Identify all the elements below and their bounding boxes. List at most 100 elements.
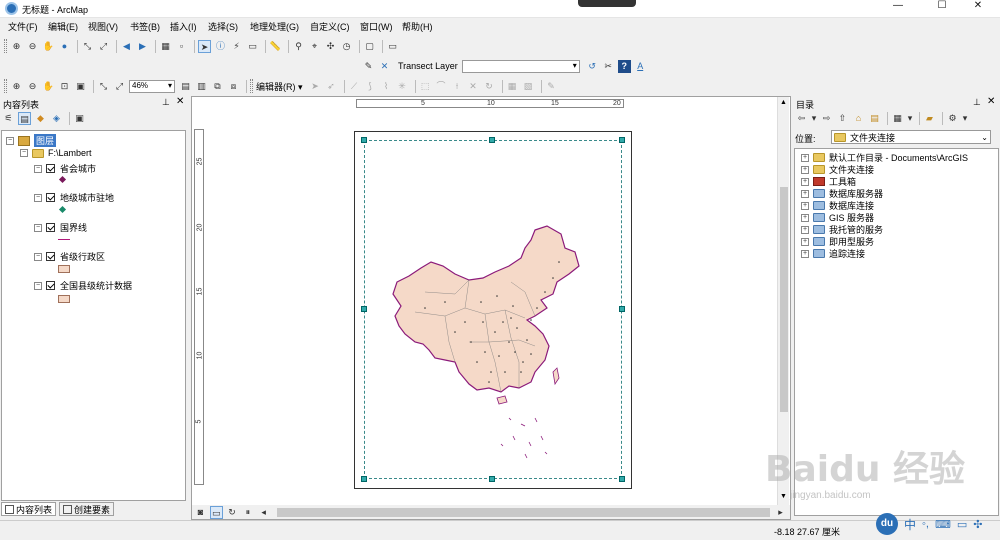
catalog-options-icon[interactable]: ⚙ bbox=[946, 112, 959, 125]
fixed-zoom-out-icon[interactable]: ⤢ bbox=[97, 40, 110, 53]
layer-visibility-checkbox[interactable] bbox=[46, 223, 55, 232]
close-button[interactable]: ✕ bbox=[960, 0, 996, 14]
expand-icon[interactable]: + bbox=[801, 165, 809, 174]
menu-geoprocessing[interactable]: 地理处理(G) bbox=[250, 20, 299, 33]
toc-layer-provincial-capitals[interactable]: − 省会城市 bbox=[34, 162, 96, 175]
expand-icon[interactable]: + bbox=[801, 249, 809, 258]
focus-data-frame-icon[interactable]: ▥ bbox=[195, 80, 208, 93]
find-binoculars-icon[interactable]: ⚲ bbox=[292, 40, 305, 53]
select-features-icon[interactable]: ▦ bbox=[159, 40, 172, 53]
attributes-icon[interactable]: ▦ bbox=[506, 80, 519, 93]
catalog-pin-icon[interactable]: ⊥ bbox=[973, 97, 981, 108]
layout-zoom-out-icon[interactable]: ⊖ bbox=[26, 80, 39, 93]
list-by-source-icon[interactable]: ▤ bbox=[18, 112, 31, 125]
expand-icon[interactable]: + bbox=[801, 237, 809, 246]
list-by-drawing-order-icon[interactable]: ⚟ bbox=[2, 112, 15, 125]
location-dropdown[interactable]: 文件夹连接 ⌄ bbox=[831, 130, 991, 144]
help-question-icon[interactable]: ? bbox=[617, 59, 631, 73]
data-view-icon[interactable]: ◙ bbox=[194, 506, 207, 519]
tab-create-features[interactable]: 创建要素 bbox=[59, 502, 115, 516]
window-snap-pill[interactable] bbox=[578, 0, 636, 7]
toc-root-layers[interactable]: − 图层 bbox=[6, 134, 57, 147]
layer-visibility-checkbox[interactable] bbox=[46, 193, 55, 202]
menu-help[interactable]: 帮助(H) bbox=[402, 20, 433, 33]
find-route-icon[interactable]: ⌖ bbox=[308, 40, 321, 53]
menu-view[interactable]: 视图(V) bbox=[88, 20, 118, 33]
identify-icon[interactable]: ⓘ bbox=[214, 40, 227, 53]
split-tool-icon[interactable]: ✕ bbox=[467, 80, 480, 93]
horizontal-scrollbar[interactable] bbox=[277, 507, 771, 517]
cut-scissors-icon[interactable]: ✂ bbox=[602, 60, 615, 73]
toolbar-grip[interactable] bbox=[4, 39, 7, 53]
hyperlink-icon[interactable]: ⚡ bbox=[230, 40, 243, 53]
pan-hand-icon[interactable]: ✋ bbox=[42, 40, 55, 53]
expand-icon[interactable]: + bbox=[801, 201, 809, 210]
point-icon[interactable]: ✳ bbox=[396, 80, 409, 93]
collapse-icon[interactable]: − bbox=[34, 281, 42, 290]
minimize-button[interactable]: — bbox=[880, 0, 916, 14]
reshape-icon[interactable]: ⌒ bbox=[435, 80, 448, 93]
layer-visibility-checkbox[interactable] bbox=[46, 252, 55, 261]
zoom-100-icon[interactable]: ▣ bbox=[74, 80, 87, 93]
full-extent-globe-icon[interactable]: ● bbox=[58, 40, 71, 53]
monitor-icon[interactable]: ▭ bbox=[957, 518, 967, 531]
expand-icon[interactable]: + bbox=[801, 189, 809, 198]
layout-pan-icon[interactable]: ✋ bbox=[42, 80, 55, 93]
straight-segment-icon[interactable]: ⟋ bbox=[348, 80, 361, 93]
expand-icon[interactable]: + bbox=[801, 153, 809, 162]
resize-handle[interactable] bbox=[361, 137, 367, 143]
rotate-tool-icon[interactable]: ↻ bbox=[483, 80, 496, 93]
resize-handle[interactable] bbox=[361, 306, 367, 312]
menu-bookmarks[interactable]: 书签(B) bbox=[130, 20, 160, 33]
text-style-a-icon[interactable]: A bbox=[634, 60, 647, 73]
tools-icon[interactable]: ✣ bbox=[973, 518, 982, 531]
layout-page[interactable] bbox=[354, 131, 632, 489]
collapse-icon[interactable]: − bbox=[34, 252, 42, 261]
editor-menu[interactable]: 编辑器(R) ▾ bbox=[256, 80, 303, 93]
scroll-down-icon[interactable]: ▼ bbox=[780, 493, 787, 500]
refresh-view-icon[interactable]: ↻ bbox=[226, 506, 239, 519]
edit-annotation-icon[interactable]: ➶ bbox=[325, 80, 338, 93]
resize-handle[interactable] bbox=[619, 137, 625, 143]
toggle-draft-icon[interactable]: ▤ bbox=[179, 80, 192, 93]
maximize-button[interactable]: ☐ bbox=[924, 0, 960, 14]
zoom-out-icon[interactable]: ⊖ bbox=[26, 40, 39, 53]
menu-windows[interactable]: 窗口(W) bbox=[360, 20, 393, 33]
create-features-icon[interactable]: ✎ bbox=[545, 80, 558, 93]
toc-options-icon[interactable]: ▣ bbox=[73, 112, 86, 125]
create-viewer-icon[interactable]: ▢ bbox=[363, 40, 376, 53]
menu-edit[interactable]: 编辑(E) bbox=[48, 20, 78, 33]
baidu-du-badge[interactable]: du bbox=[876, 513, 898, 535]
menu-file[interactable]: 文件(F) bbox=[8, 20, 38, 33]
expand-icon[interactable]: + bbox=[801, 225, 809, 234]
transect-line-icon[interactable]: ✕ bbox=[378, 60, 391, 73]
menu-customize[interactable]: 自定义(C) bbox=[310, 20, 350, 33]
trace-icon[interactable]: ⌇ bbox=[380, 80, 393, 93]
toc-layer-national-boundary[interactable]: − 国界线 bbox=[34, 221, 87, 234]
transect-layer-dropdown[interactable]: ▾ bbox=[461, 59, 580, 73]
catalog-forward-icon[interactable]: ⇨ bbox=[820, 112, 833, 125]
collapse-icon[interactable]: − bbox=[34, 223, 42, 232]
scroll-up-icon[interactable]: ▲ bbox=[780, 99, 787, 106]
catalog-item-tracking-connections[interactable]: + 追踪连接 bbox=[801, 247, 865, 260]
connect-folder-icon[interactable]: ▤ bbox=[868, 112, 881, 125]
fixed-zoom-out-layout-icon[interactable]: ⤢ bbox=[113, 80, 126, 93]
menu-insert[interactable]: 插入(I) bbox=[170, 20, 197, 33]
zoom-percent-dropdown[interactable]: 46% ▾ bbox=[129, 79, 175, 93]
collapse-icon[interactable]: − bbox=[20, 149, 28, 157]
catalog-up-icon[interactable]: ⇧ bbox=[836, 112, 849, 125]
resize-handle[interactable] bbox=[619, 306, 625, 312]
cut-polygons-icon[interactable]: ⟊ bbox=[451, 80, 464, 93]
collapse-icon[interactable]: − bbox=[6, 136, 14, 145]
layout-zoom-in-icon[interactable]: ⊕ bbox=[10, 80, 23, 93]
zoom-in-icon[interactable]: ⊕ bbox=[10, 40, 23, 53]
toc-folder-lambert[interactable]: − F:\Lambert bbox=[20, 148, 92, 158]
data-driven-pages-icon[interactable]: ⧈ bbox=[227, 80, 240, 93]
toc-layer-county-stats[interactable]: − 全国县级统计数据 bbox=[34, 279, 132, 292]
catalog-dropdown-icon[interactable]: ▾ bbox=[811, 112, 817, 125]
menu-selection[interactable]: 选择(S) bbox=[208, 20, 238, 33]
layer-visibility-checkbox[interactable] bbox=[46, 281, 55, 290]
layout-view-tab-icon[interactable]: ▭ bbox=[209, 505, 223, 519]
transect-tool-icon[interactable]: ✎ bbox=[362, 60, 375, 73]
fixed-zoom-in-icon[interactable]: ⤡ bbox=[81, 40, 94, 53]
